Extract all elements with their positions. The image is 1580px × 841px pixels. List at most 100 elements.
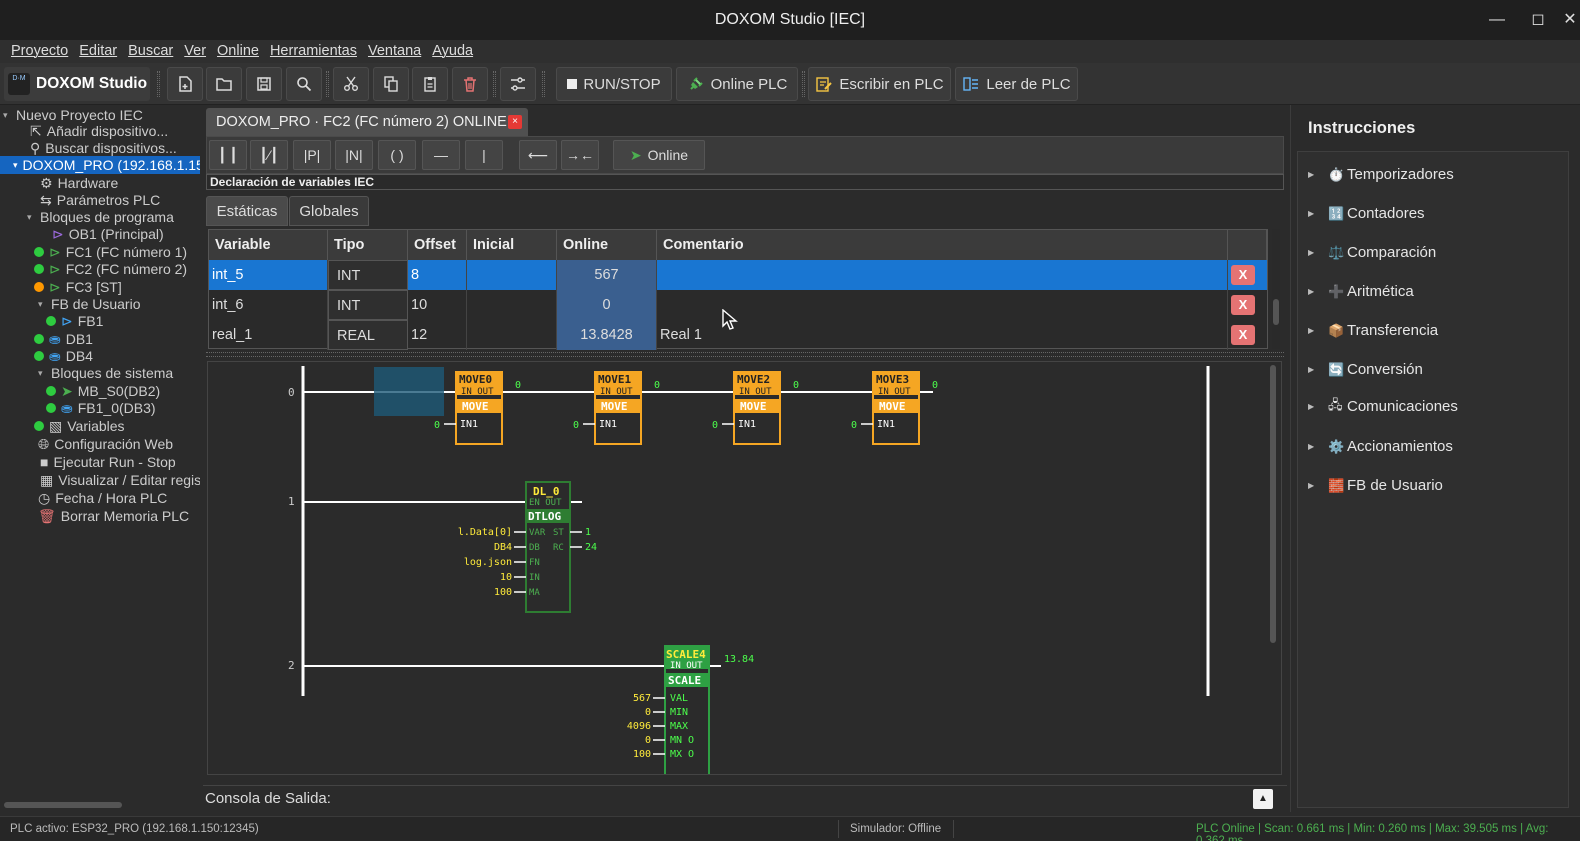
cell-comentario[interactable] xyxy=(657,290,1228,320)
move-block-1[interactable]: MOVE1 IN OUT MOVE IN1 0 0 xyxy=(573,371,660,445)
tree-horizontal-scrollbar[interactable] xyxy=(4,802,122,808)
move-block-0[interactable]: MOVE0 IN OUT MOVE IN1 0 0 xyxy=(434,371,521,445)
tab-globales[interactable]: Globales xyxy=(289,196,369,226)
branch-open-button[interactable]: ⟵ xyxy=(519,140,557,170)
tree-fc2[interactable]: ⊳ FC2 (FC número 2) xyxy=(34,260,187,278)
move-block-2[interactable]: MOVE2 IN OUT MOVE IN1 0 0 xyxy=(712,371,799,445)
cell-comentario[interactable]: Real 1 xyxy=(657,320,1228,350)
tree-mb-s0[interactable]: ➤ MB_S0(DB2) xyxy=(46,382,160,400)
cell-variable[interactable]: int_5 xyxy=(209,260,328,290)
ladder-scrollbar[interactable] xyxy=(1269,365,1277,775)
instr-fb-usuario[interactable]: ▶ 🧱 FB de Usuario xyxy=(1298,466,1568,505)
menu-ventana[interactable]: Ventana xyxy=(363,40,427,63)
tree-datetime[interactable]: ◷ Fecha / Hora PLC xyxy=(38,489,167,507)
document-tab[interactable]: DOXOM_PRO · FC2 (FC número 2) ONLINE × xyxy=(206,108,528,136)
cell-comentario[interactable] xyxy=(657,260,1228,290)
contact-nc-button[interactable]: ┃⁄┃ xyxy=(250,140,288,170)
instr-contadores[interactable]: ▶ 🔢 Contadores xyxy=(1298,194,1568,233)
tree-hardware[interactable]: ⚙ Hardware xyxy=(40,174,118,192)
table-row[interactable]: int_5 INT 8 567 X xyxy=(209,260,1267,290)
tree-fb1-0[interactable]: ⛂ FB1_0(DB3) xyxy=(46,399,156,417)
tree-db1[interactable]: ⛂ DB1 xyxy=(34,330,93,348)
search-button[interactable] xyxy=(286,67,322,101)
online-toggle-button[interactable]: ➤ Online xyxy=(613,140,705,170)
instr-comparacion[interactable]: ▶ ⚖️ Comparación xyxy=(1298,233,1568,272)
tree-variables[interactable]: ▧ Variables xyxy=(34,417,125,435)
tree-user-fb[interactable]: ▾ FB de Usuario xyxy=(38,295,140,313)
cell-inicial[interactable] xyxy=(467,260,557,290)
menu-ayuda[interactable]: Ayuda xyxy=(427,40,479,63)
tree-fc3[interactable]: ⊳ FC3 [ST] xyxy=(34,278,122,296)
move-block-3[interactable]: MOVE3 IN OUT MOVE IN1 0 0 xyxy=(851,371,938,445)
tree-web-config[interactable]: 🌐︎ Configuración Web xyxy=(38,435,173,453)
tab-estaticas[interactable]: Estáticas xyxy=(206,196,288,226)
instr-temporizadores[interactable]: ▶ ⏱️ Temporizadores xyxy=(1298,155,1568,194)
menu-online[interactable]: Online xyxy=(212,40,265,63)
save-button[interactable] xyxy=(246,67,282,101)
menu-buscar[interactable]: Buscar xyxy=(123,40,179,63)
menu-herramientas[interactable]: Herramientas xyxy=(265,40,363,63)
cut-button[interactable] xyxy=(333,67,369,101)
delete-row-button[interactable]: X xyxy=(1231,325,1255,345)
horizontal-line-button[interactable]: — xyxy=(422,140,460,170)
close-icon[interactable]: ✕ xyxy=(1560,6,1580,34)
tree-ob1[interactable]: ⊳ OB1 (Principal) xyxy=(52,225,164,243)
expand-console-icon[interactable]: ▲ xyxy=(1253,789,1273,809)
new-file-button[interactable] xyxy=(167,67,203,101)
col-inicial[interactable]: Inicial xyxy=(467,230,557,260)
cell-tipo[interactable]: INT xyxy=(328,290,408,320)
tree-fc1[interactable]: ⊳ FC1 (FC número 1) xyxy=(34,243,187,261)
close-tab-icon[interactable]: × xyxy=(508,115,522,129)
cell-variable[interactable]: int_6 xyxy=(209,290,328,320)
delete-row-button[interactable]: X xyxy=(1231,295,1255,315)
cell-tipo[interactable]: REAL xyxy=(328,320,408,350)
splitter-handle[interactable] xyxy=(206,352,1284,357)
cell-inicial[interactable] xyxy=(467,290,557,320)
tree-db4[interactable]: ⛂ DB4 xyxy=(34,347,93,365)
open-folder-button[interactable] xyxy=(206,67,242,101)
tree-program-blocks[interactable]: ▾ Bloques de programa xyxy=(27,208,174,226)
col-comentario[interactable]: Comentario xyxy=(657,230,1228,260)
contact-p-button[interactable]: |P| xyxy=(293,140,331,170)
tree-fb1[interactable]: ⊳ FB1 xyxy=(46,312,103,330)
menu-proyecto[interactable]: Proyecto xyxy=(6,40,74,63)
read-plc-button[interactable]: Leer de PLC xyxy=(955,67,1078,101)
vertical-line-button[interactable]: | xyxy=(465,140,503,170)
scroll-thumb[interactable] xyxy=(1273,299,1279,325)
tree-search-devices[interactable]: ⚲ Buscar dispositivos... xyxy=(30,139,177,157)
tree-plc-params[interactable]: ⇆ Parámetros PLC xyxy=(40,191,160,209)
contact-n-button[interactable]: |N| xyxy=(335,140,373,170)
contact-no-button[interactable]: ┃ ┃ xyxy=(209,140,247,170)
instr-aritmetica[interactable]: ▶ ➕ Aritmética xyxy=(1298,272,1568,311)
instr-conversion[interactable]: ▶ 🔄 Conversión xyxy=(1298,350,1568,389)
tree-system-blocks[interactable]: ▾ Bloques de sistema xyxy=(38,364,173,382)
cell-offset[interactable]: 12 xyxy=(408,320,467,350)
tree-view-edit[interactable]: ▦ Visualizar / Editar regis xyxy=(40,471,200,489)
copy-button[interactable] xyxy=(373,67,409,101)
minimize-icon[interactable]: — xyxy=(1477,6,1517,34)
tree-add-device[interactable]: ⇱ Añadir dispositivo... xyxy=(30,122,168,140)
instr-accionamientos[interactable]: ▶ ⚙️ Accionamientos xyxy=(1298,427,1568,466)
run-stop-button[interactable]: RUN/STOP xyxy=(556,67,672,101)
branch-close-button[interactable]: →← xyxy=(561,140,599,170)
cell-offset[interactable]: 8 xyxy=(408,260,467,290)
paste-button[interactable] xyxy=(412,67,448,101)
instr-transferencia[interactable]: ▶ 📦 Transferencia xyxy=(1298,311,1568,350)
cell-inicial[interactable] xyxy=(467,320,557,350)
col-variable[interactable]: Variable xyxy=(209,230,328,260)
table-scrollbar[interactable] xyxy=(1272,229,1280,349)
menu-ver[interactable]: Ver xyxy=(179,40,212,63)
delete-row-button[interactable]: X xyxy=(1231,265,1255,285)
online-plc-button[interactable]: Online PLC xyxy=(676,67,798,101)
menu-editar[interactable]: Editar xyxy=(74,40,123,63)
delete-button[interactable] xyxy=(452,67,488,101)
scroll-thumb[interactable] xyxy=(1270,365,1276,643)
col-offset[interactable]: Offset xyxy=(408,230,467,260)
coil-button[interactable]: ( ) xyxy=(378,140,416,170)
ladder-diagram[interactable]: 0 1 2 MOVE0 IN OUT MOVE IN1 0 0 MOVE1 IN… xyxy=(207,361,1282,775)
maximize-icon[interactable]: ◻ xyxy=(1518,6,1558,34)
col-tipo[interactable]: Tipo xyxy=(328,230,408,260)
cell-offset[interactable]: 10 xyxy=(408,290,467,320)
settings-button[interactable] xyxy=(500,67,536,101)
col-online[interactable]: Online xyxy=(557,230,657,260)
